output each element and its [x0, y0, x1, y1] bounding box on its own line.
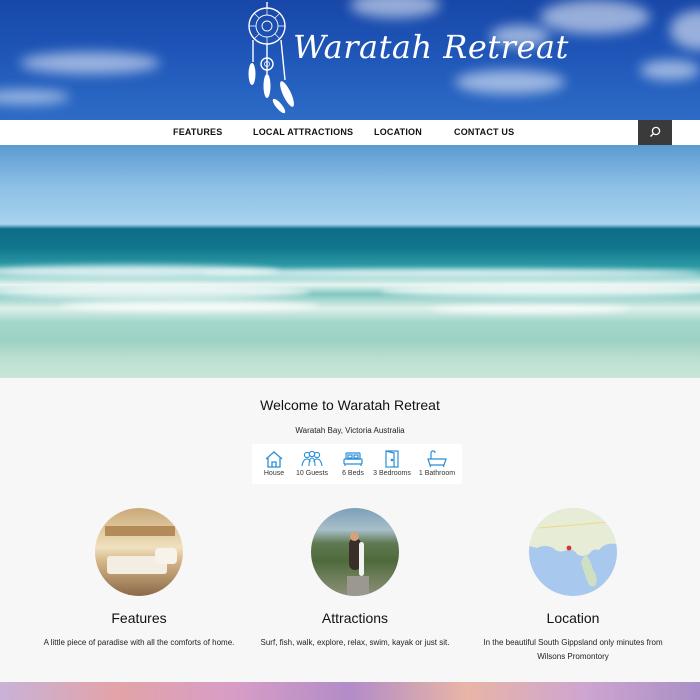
site-header: Waratah Retreat	[0, 0, 700, 120]
features-title[interactable]: Features	[30, 610, 248, 626]
feature-column-location: Location In the beautiful South Gippslan…	[464, 508, 682, 664]
nav-item-contact-us[interactable]: CONTACT US	[454, 120, 514, 145]
features-description: A little piece of paradise with all the …	[43, 638, 235, 647]
house-icon	[265, 451, 283, 468]
site-logo[interactable]: Waratah Retreat	[243, 2, 568, 117]
feature-column-attractions: Attractions Surf, fish, walk, explore, r…	[246, 508, 464, 650]
bathtub-icon	[427, 450, 447, 468]
attractions-photo[interactable]	[311, 508, 399, 596]
location-title[interactable]: Location	[464, 610, 682, 626]
location-map[interactable]	[529, 508, 617, 596]
hero-image	[0, 145, 700, 378]
site-title: Waratah Retreat	[293, 28, 569, 66]
amenity-bathroom: 1 Bathroom	[415, 444, 459, 477]
location-description: In the beautiful South Gippsland only mi…	[483, 638, 663, 661]
bed-icon	[343, 452, 363, 466]
feature-column-features: Features A little piece of paradise with…	[30, 508, 248, 650]
footer-banner	[0, 682, 700, 700]
welcome-title: Welcome to Waratah Retreat	[260, 397, 440, 413]
amenity-bedrooms: 3 Bedrooms	[370, 444, 414, 477]
main-nav: FEATURES LOCAL ATTRACTIONS LOCATION CONT…	[0, 120, 700, 145]
amenities-bar: House 10 Guests 6 Beds 3 Bedrooms 1 Bath…	[252, 444, 462, 484]
door-icon	[385, 450, 399, 468]
attractions-description: Surf, fish, walk, explore, relax, swim, …	[260, 638, 450, 647]
nav-item-features[interactable]: FEATURES	[173, 120, 222, 145]
search-button[interactable]	[638, 120, 672, 145]
welcome-subtitle: Waratah Bay, Victoria Australia	[295, 426, 405, 435]
dreamcatcher-icon	[248, 2, 294, 114]
amenity-beds: 6 Beds	[331, 444, 375, 477]
features-photo[interactable]	[95, 508, 183, 596]
amenity-guests: 10 Guests	[290, 444, 334, 477]
nav-item-local-attractions[interactable]: LOCAL ATTRACTIONS	[253, 120, 353, 145]
guests-icon	[301, 450, 323, 467]
map-icon	[529, 508, 617, 587]
attractions-title[interactable]: Attractions	[246, 610, 464, 626]
nav-item-location[interactable]: LOCATION	[374, 120, 422, 145]
search-icon	[650, 126, 661, 137]
